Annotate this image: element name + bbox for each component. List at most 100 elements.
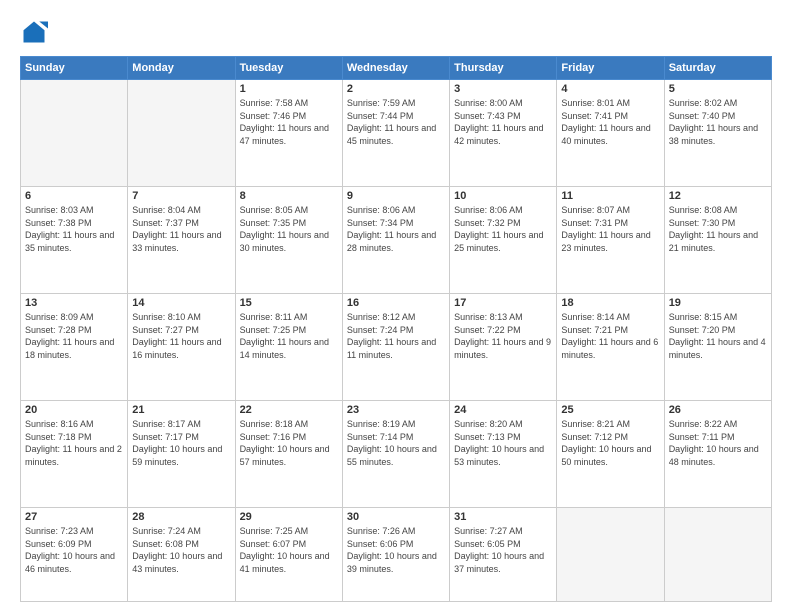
- calendar-day-cell: 23 Sunrise: 8:19 AM Sunset: 7:14 PM Dayli…: [342, 401, 449, 508]
- day-info: Sunrise: 7:23 AM Sunset: 6:09 PM Dayligh…: [25, 525, 123, 575]
- weekday-header-thursday: Thursday: [450, 57, 557, 80]
- calendar-day-cell: 19 Sunrise: 8:15 AM Sunset: 7:20 PM Dayli…: [664, 294, 771, 401]
- day-number: 24: [454, 404, 552, 416]
- calendar-day-cell: 13 Sunrise: 8:09 AM Sunset: 7:28 PM Dayli…: [21, 294, 128, 401]
- day-number: 14: [132, 297, 230, 309]
- weekday-header-sunday: Sunday: [21, 57, 128, 80]
- calendar-day-cell: 3Sunrise: 8:00 AM Sunset: 7:43 PM Daylig…: [450, 80, 557, 187]
- day-info: Sunrise: 7:27 AM Sunset: 6:05 PM Dayligh…: [454, 525, 552, 575]
- calendar-week-row: 1 Sunrise: 7:58 AM Sunset: 7:46 PM Daylig…: [21, 80, 772, 187]
- day-number: 8: [240, 190, 338, 202]
- day-number: 31: [454, 511, 552, 523]
- day-number: 21: [132, 404, 230, 416]
- calendar-day-cell: 1 Sunrise: 7:58 AM Sunset: 7:46 PM Daylig…: [235, 80, 342, 187]
- day-info: Sunrise: 8:14 AM Sunset: 7:21 PM Dayligh…: [561, 311, 659, 361]
- day-info: Sunrise: 8:17 AM Sunset: 7:17 PM Dayligh…: [132, 418, 230, 468]
- calendar-week-row: 6Sunrise: 8:03 AM Sunset: 7:38 PM Daylig…: [21, 187, 772, 294]
- day-number: 20: [25, 404, 123, 416]
- day-number: 18: [561, 297, 659, 309]
- day-number: 30: [347, 511, 445, 523]
- calendar-day-cell: 4 Sunrise: 8:01 AM Sunset: 7:41 PM Daylig…: [557, 80, 664, 187]
- calendar-day-cell: 31 Sunrise: 7:27 AM Sunset: 6:05 PM Dayli…: [450, 508, 557, 602]
- day-info: Sunrise: 7:26 AM Sunset: 6:06 PM Dayligh…: [347, 525, 445, 575]
- calendar-day-cell: 14 Sunrise: 8:10 AM Sunset: 7:27 PM Dayli…: [128, 294, 235, 401]
- calendar-day-cell: 17Sunrise: 8:13 AM Sunset: 7:22 PM Dayli…: [450, 294, 557, 401]
- day-number: 26: [669, 404, 767, 416]
- day-number: 19: [669, 297, 767, 309]
- day-number: 28: [132, 511, 230, 523]
- calendar-day-cell: [664, 508, 771, 602]
- day-info: Sunrise: 8:18 AM Sunset: 7:16 PM Dayligh…: [240, 418, 338, 468]
- calendar-day-cell: 27Sunrise: 7:23 AM Sunset: 6:09 PM Dayli…: [21, 508, 128, 602]
- day-number: 3: [454, 83, 552, 95]
- day-info: Sunrise: 8:03 AM Sunset: 7:38 PM Dayligh…: [25, 204, 123, 254]
- calendar-day-cell: 21 Sunrise: 8:17 AM Sunset: 7:17 PM Dayli…: [128, 401, 235, 508]
- calendar-day-cell: 16 Sunrise: 8:12 AM Sunset: 7:24 PM Dayli…: [342, 294, 449, 401]
- day-info: Sunrise: 8:19 AM Sunset: 7:14 PM Dayligh…: [347, 418, 445, 468]
- calendar-day-cell: 22 Sunrise: 8:18 AM Sunset: 7:16 PM Dayli…: [235, 401, 342, 508]
- day-number: 13: [25, 297, 123, 309]
- day-info: Sunrise: 8:02 AM Sunset: 7:40 PM Dayligh…: [669, 97, 767, 147]
- day-info: Sunrise: 8:12 AM Sunset: 7:24 PM Dayligh…: [347, 311, 445, 361]
- calendar-day-cell: 6Sunrise: 8:03 AM Sunset: 7:38 PM Daylig…: [21, 187, 128, 294]
- calendar-day-cell: 26 Sunrise: 8:22 AM Sunset: 7:11 PM Dayli…: [664, 401, 771, 508]
- day-number: 25: [561, 404, 659, 416]
- day-info: Sunrise: 7:58 AM Sunset: 7:46 PM Dayligh…: [240, 97, 338, 147]
- weekday-header-friday: Friday: [557, 57, 664, 80]
- page: SundayMondayTuesdayWednesdayThursdayFrid…: [0, 0, 792, 612]
- calendar-day-cell: [21, 80, 128, 187]
- day-info: Sunrise: 8:22 AM Sunset: 7:11 PM Dayligh…: [669, 418, 767, 468]
- day-number: 9: [347, 190, 445, 202]
- day-number: 12: [669, 190, 767, 202]
- calendar-day-cell: 30 Sunrise: 7:26 AM Sunset: 6:06 PM Dayli…: [342, 508, 449, 602]
- day-number: 11: [561, 190, 659, 202]
- day-number: 2: [347, 83, 445, 95]
- day-info: Sunrise: 8:15 AM Sunset: 7:20 PM Dayligh…: [669, 311, 767, 361]
- day-number: 17: [454, 297, 552, 309]
- calendar-day-cell: [557, 508, 664, 602]
- day-number: 1: [240, 83, 338, 95]
- calendar-table: SundayMondayTuesdayWednesdayThursdayFrid…: [20, 56, 772, 602]
- day-info: Sunrise: 8:10 AM Sunset: 7:27 PM Dayligh…: [132, 311, 230, 361]
- day-info: Sunrise: 8:07 AM Sunset: 7:31 PM Dayligh…: [561, 204, 659, 254]
- calendar-week-row: 20 Sunrise: 8:16 AM Sunset: 7:18 PM Dayli…: [21, 401, 772, 508]
- day-number: 10: [454, 190, 552, 202]
- day-info: Sunrise: 7:24 AM Sunset: 6:08 PM Dayligh…: [132, 525, 230, 575]
- calendar-day-cell: 10Sunrise: 8:06 AM Sunset: 7:32 PM Dayli…: [450, 187, 557, 294]
- calendar-day-cell: 2 Sunrise: 7:59 AM Sunset: 7:44 PM Daylig…: [342, 80, 449, 187]
- calendar-day-cell: 8 Sunrise: 8:05 AM Sunset: 7:35 PM Daylig…: [235, 187, 342, 294]
- weekday-header-wednesday: Wednesday: [342, 57, 449, 80]
- day-number: 16: [347, 297, 445, 309]
- calendar-week-row: 13 Sunrise: 8:09 AM Sunset: 7:28 PM Dayli…: [21, 294, 772, 401]
- logo-icon: [20, 18, 48, 46]
- calendar-day-cell: 9 Sunrise: 8:06 AM Sunset: 7:34 PM Daylig…: [342, 187, 449, 294]
- day-number: 4: [561, 83, 659, 95]
- calendar-day-cell: 25Sunrise: 8:21 AM Sunset: 7:12 PM Dayli…: [557, 401, 664, 508]
- calendar-day-cell: 7 Sunrise: 8:04 AM Sunset: 7:37 PM Daylig…: [128, 187, 235, 294]
- calendar-day-cell: 15 Sunrise: 8:11 AM Sunset: 7:25 PM Dayli…: [235, 294, 342, 401]
- day-info: Sunrise: 8:11 AM Sunset: 7:25 PM Dayligh…: [240, 311, 338, 361]
- day-info: Sunrise: 8:06 AM Sunset: 7:34 PM Dayligh…: [347, 204, 445, 254]
- day-info: Sunrise: 8:09 AM Sunset: 7:28 PM Dayligh…: [25, 311, 123, 361]
- day-number: 5: [669, 83, 767, 95]
- day-info: Sunrise: 8:04 AM Sunset: 7:37 PM Dayligh…: [132, 204, 230, 254]
- day-number: 29: [240, 511, 338, 523]
- calendar-week-row: 27Sunrise: 7:23 AM Sunset: 6:09 PM Dayli…: [21, 508, 772, 602]
- day-number: 15: [240, 297, 338, 309]
- calendar-day-cell: 29Sunrise: 7:25 AM Sunset: 6:07 PM Dayli…: [235, 508, 342, 602]
- day-info: Sunrise: 8:20 AM Sunset: 7:13 PM Dayligh…: [454, 418, 552, 468]
- calendar-day-cell: 5 Sunrise: 8:02 AM Sunset: 7:40 PM Daylig…: [664, 80, 771, 187]
- day-info: Sunrise: 7:59 AM Sunset: 7:44 PM Dayligh…: [347, 97, 445, 147]
- calendar-day-cell: 20 Sunrise: 8:16 AM Sunset: 7:18 PM Dayli…: [21, 401, 128, 508]
- day-info: Sunrise: 8:05 AM Sunset: 7:35 PM Dayligh…: [240, 204, 338, 254]
- calendar-day-cell: 28 Sunrise: 7:24 AM Sunset: 6:08 PM Dayli…: [128, 508, 235, 602]
- logo: [20, 18, 52, 46]
- day-number: 7: [132, 190, 230, 202]
- calendar-day-cell: 12Sunrise: 8:08 AM Sunset: 7:30 PM Dayli…: [664, 187, 771, 294]
- calendar-day-cell: 11 Sunrise: 8:07 AM Sunset: 7:31 PM Dayli…: [557, 187, 664, 294]
- day-number: 22: [240, 404, 338, 416]
- day-info: Sunrise: 8:16 AM Sunset: 7:18 PM Dayligh…: [25, 418, 123, 468]
- day-info: Sunrise: 8:01 AM Sunset: 7:41 PM Dayligh…: [561, 97, 659, 147]
- day-number: 23: [347, 404, 445, 416]
- weekday-header-monday: Monday: [128, 57, 235, 80]
